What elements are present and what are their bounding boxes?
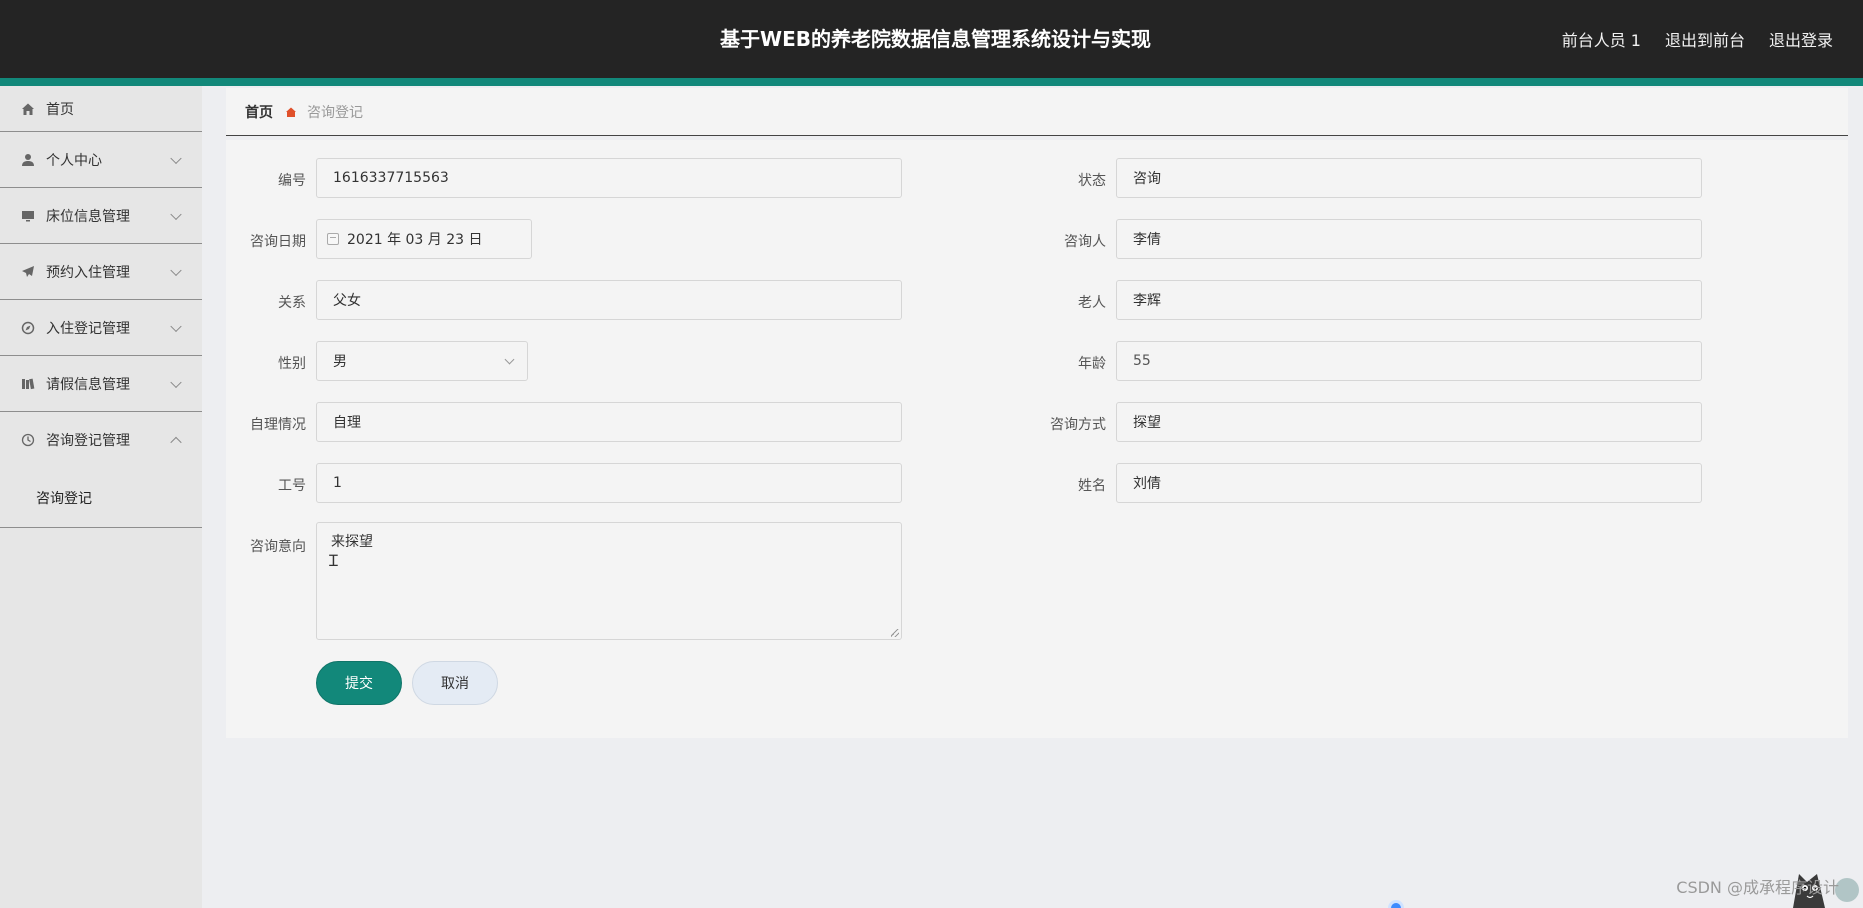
chevron-down-icon bbox=[170, 264, 182, 276]
chevron-down-icon bbox=[170, 152, 182, 164]
sidebar-item-home[interactable]: 首页 bbox=[0, 86, 202, 132]
home-icon bbox=[20, 101, 36, 117]
floating-dot bbox=[1388, 900, 1404, 908]
current-user: 前台人员 1 bbox=[1561, 31, 1641, 50]
status-input[interactable]: 咨询 bbox=[1116, 158, 1702, 198]
books-icon bbox=[20, 376, 36, 392]
label-self-care: 自理情况 bbox=[250, 417, 306, 433]
sidebar-subitem-consult-register[interactable]: 咨询登记 bbox=[0, 468, 202, 528]
age-input[interactable]: 55 bbox=[1116, 341, 1702, 381]
staff-no-input[interactable]: 1 bbox=[316, 463, 902, 503]
consult-method-input[interactable]: 探望 bbox=[1116, 402, 1702, 442]
sidebar: 首页 个人中心 床位信息管理 预约入住管理 入住登记管理 请假信息管理 咨询登记… bbox=[0, 86, 202, 908]
label-consult-date: 咨询日期 bbox=[250, 234, 306, 250]
clock-icon bbox=[20, 432, 36, 448]
compass-icon bbox=[20, 320, 36, 336]
sidebar-item-leave[interactable]: 请假信息管理 bbox=[0, 356, 202, 412]
breadcrumb-current: 咨询登记 bbox=[307, 104, 363, 121]
intention-text: 来探望 bbox=[331, 534, 373, 550]
sidebar-item-label: 请假信息管理 bbox=[46, 376, 130, 393]
label-elder: 老人 bbox=[1078, 295, 1106, 311]
header-accent-bar bbox=[0, 78, 1863, 86]
text-cursor-icon: Ɪ bbox=[329, 551, 338, 570]
label-staff-no: 工号 bbox=[278, 478, 306, 494]
calendar-icon bbox=[327, 233, 339, 245]
label-consultant: 咨询人 bbox=[1064, 234, 1106, 250]
paper-plane-icon bbox=[20, 264, 36, 280]
chevron-down-icon bbox=[170, 208, 182, 220]
breadcrumb-home[interactable]: 首页 bbox=[245, 102, 273, 122]
intention-textarea[interactable]: 来探望 Ɪ bbox=[316, 522, 902, 640]
csdn-watermark: CSDN @成承程序设计 bbox=[1676, 878, 1839, 897]
sidebar-item-checkin[interactable]: 入住登记管理 bbox=[0, 300, 202, 356]
label-intention: 咨询意向 bbox=[250, 539, 306, 555]
exit-to-front-link[interactable]: 退出到前台 bbox=[1665, 27, 1745, 51]
sidebar-item-label: 床位信息管理 bbox=[46, 208, 130, 225]
consultation-form: 编号 1616337715563 状态 咨询 咨询日期 2021 年 03 月 … bbox=[226, 140, 1848, 738]
chevron-down-icon bbox=[170, 376, 182, 388]
logout-link[interactable]: 退出登录 bbox=[1769, 27, 1833, 51]
sidebar-item-consultation[interactable]: 咨询登记管理 bbox=[0, 412, 202, 468]
consultant-input[interactable]: 李倩 bbox=[1116, 219, 1702, 259]
sidebar-item-label: 首页 bbox=[46, 101, 74, 118]
sidebar-item-reservation[interactable]: 预约入住管理 bbox=[0, 244, 202, 300]
sidebar-item-label: 个人中心 bbox=[46, 152, 102, 169]
home-red-icon bbox=[283, 104, 299, 120]
chevron-up-icon bbox=[170, 436, 182, 449]
label-status: 状态 bbox=[1078, 173, 1106, 189]
chevron-down-icon bbox=[504, 354, 515, 365]
gender-select-value: 男 bbox=[333, 354, 347, 370]
elder-input[interactable]: 李辉 bbox=[1116, 280, 1702, 320]
number-input[interactable]: 1616337715563 bbox=[316, 158, 902, 198]
sidebar-item-personal-center[interactable]: 个人中心 bbox=[0, 132, 202, 188]
chevron-down-icon bbox=[170, 320, 182, 332]
submit-button[interactable]: 提交 bbox=[316, 661, 402, 705]
monitor-icon bbox=[20, 208, 36, 224]
sidebar-item-label: 咨询登记管理 bbox=[46, 433, 130, 449]
gender-select[interactable]: 男 bbox=[316, 341, 528, 381]
self-care-input[interactable]: 自理 bbox=[316, 402, 902, 442]
label-age: 年龄 bbox=[1078, 356, 1106, 372]
header-user-actions: 前台人员 1 退出到前台 退出登录 bbox=[1562, 0, 1833, 78]
cancel-button[interactable]: 取消 bbox=[412, 661, 498, 705]
sidebar-item-label: 预约入住管理 bbox=[46, 264, 130, 281]
relation-input[interactable]: 父女 bbox=[316, 280, 902, 320]
label-name: 姓名 bbox=[1078, 478, 1106, 494]
user-icon bbox=[20, 152, 36, 168]
sidebar-item-bed-info[interactable]: 床位信息管理 bbox=[0, 188, 202, 244]
name-input[interactable]: 刘倩 bbox=[1116, 463, 1702, 503]
resize-grip-icon[interactable] bbox=[891, 629, 899, 637]
label-relation: 关系 bbox=[278, 295, 306, 311]
label-consult-method: 咨询方式 bbox=[1050, 417, 1106, 433]
label-gender: 性别 bbox=[278, 356, 306, 372]
breadcrumb: 首页 咨询登记 bbox=[226, 88, 1848, 136]
consult-date-picker[interactable]: 2021 年 03 月 23 日 bbox=[316, 219, 532, 259]
sidebar-subitem-label: 咨询登记 bbox=[36, 490, 92, 507]
label-number: 编号 bbox=[278, 173, 306, 189]
sidebar-item-label: 入住登记管理 bbox=[46, 320, 130, 337]
consult-date-value: 2021 年 03 月 23 日 bbox=[347, 232, 483, 248]
